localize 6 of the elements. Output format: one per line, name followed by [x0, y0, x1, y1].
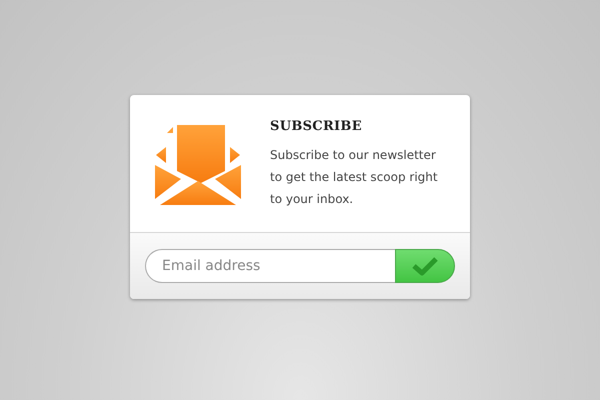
- submit-button[interactable]: [395, 249, 455, 283]
- email-field[interactable]: Email address: [145, 249, 395, 283]
- subscribe-title: SUBSCRIBE: [270, 119, 363, 134]
- subscribe-description: Subscribe to our newsletter to get the latest scoop right to your inbox.: [270, 147, 439, 208]
- checkmark-icon: [412, 256, 438, 276]
- envelope-icon: [155, 125, 241, 205]
